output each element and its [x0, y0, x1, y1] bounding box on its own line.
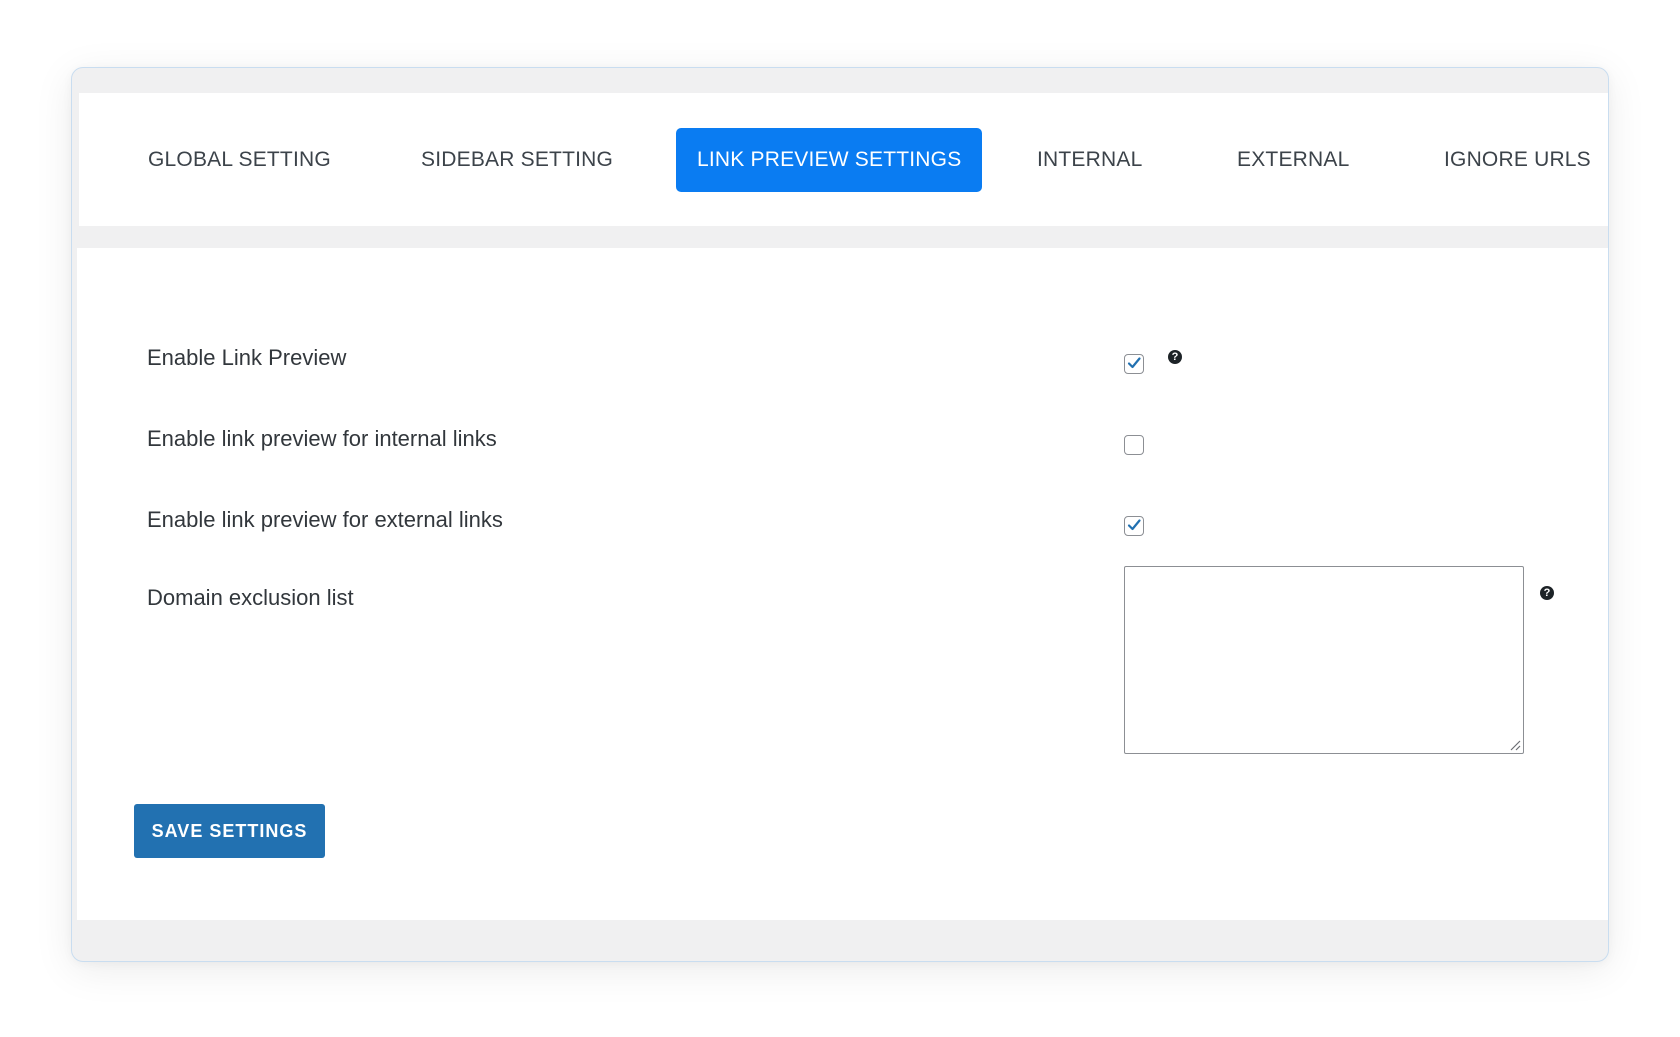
- domain-exclusion-help-icon[interactable]: ?: [1540, 586, 1554, 600]
- resize-handle-icon[interactable]: [1509, 739, 1521, 751]
- tab-internal[interactable]: INTERNAL: [1037, 128, 1142, 192]
- checkmark-icon: [1127, 357, 1141, 369]
- link-preview-settings-panel: Enable Link Preview ? Enable link previe…: [77, 248, 1608, 920]
- internal-links-label: Enable link preview for internal links: [147, 426, 497, 451]
- external-links-label: Enable link preview for external links: [147, 507, 503, 532]
- enable-link-preview-checkbox[interactable]: [1124, 354, 1144, 374]
- tab-link-preview-settings[interactable]: LINK PREVIEW SETTINGS: [676, 128, 983, 192]
- internal-links-checkbox[interactable]: [1124, 435, 1144, 455]
- enable-link-preview-help-icon[interactable]: ?: [1168, 350, 1182, 364]
- checkmark-icon: [1127, 519, 1141, 531]
- tab-external[interactable]: EXTERNAL: [1237, 128, 1349, 192]
- save-settings-button[interactable]: SAVE SETTINGS: [134, 804, 325, 858]
- domain-exclusion-textarea[interactable]: [1124, 566, 1524, 754]
- domain-exclusion-label: Domain exclusion list: [147, 585, 354, 610]
- tab-global-setting[interactable]: GLOBAL SETTING: [148, 128, 331, 192]
- settings-tab-bar: GLOBAL SETTING SIDEBAR SETTING LINK PREV…: [79, 93, 1608, 226]
- settings-frame: GLOBAL SETTING SIDEBAR SETTING LINK PREV…: [71, 67, 1609, 962]
- tab-sidebar-setting[interactable]: SIDEBAR SETTING: [421, 128, 613, 192]
- enable-link-preview-label: Enable Link Preview: [147, 345, 347, 370]
- tab-ignore-urls[interactable]: IGNORE URLS: [1444, 128, 1591, 192]
- external-links-checkbox[interactable]: [1124, 516, 1144, 536]
